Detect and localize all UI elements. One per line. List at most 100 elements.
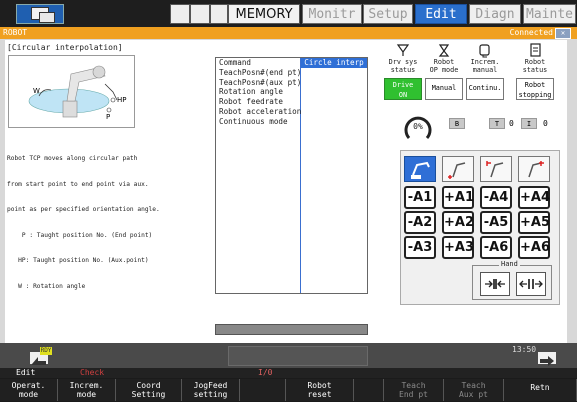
jog-minus-a4-button[interactable]: -A4 [480, 186, 512, 209]
softkey-operation-mode[interactable]: Operat. mode [0, 379, 58, 401]
softkey-coord-setting[interactable]: Coord Setting [116, 379, 182, 401]
command-header: Command [216, 58, 300, 68]
list-item[interactable]: Continuous mode [216, 117, 300, 127]
jog-plus-a3-button[interactable]: +A3 [442, 236, 474, 259]
drive-icon [396, 44, 410, 56]
command-table[interactable]: Command TeachPosn#(end pt) TeachPosn#(au… [215, 57, 368, 294]
message-box [228, 346, 368, 366]
mode-check: Check [80, 368, 105, 377]
robot-mode-icon [438, 44, 450, 57]
jog-mode-tool-icon[interactable] [442, 156, 474, 182]
jog-plus-a6-button[interactable]: +A6 [518, 236, 550, 259]
blank-tab-2 [190, 4, 210, 24]
continuous-badge: Continu. [466, 78, 504, 100]
next-button[interactable] [538, 352, 556, 366]
manual-badge: Manual [425, 78, 463, 100]
mode-line: Edit Check I/0 [0, 368, 577, 378]
list-item[interactable]: Robot feedrate [216, 97, 300, 107]
jog-plus-a1-button[interactable]: +A1 [442, 186, 474, 209]
increment-status: Increm. manual [466, 43, 504, 74]
window-title-bar: ROBOT Connected ✕ [0, 27, 577, 39]
jog-plus-a4-button[interactable]: +A4 [518, 186, 550, 209]
list-item[interactable]: Rotation angle [216, 87, 300, 97]
hand-close-icon [485, 279, 505, 289]
list-item[interactable]: TeachPosn#(end pt) [216, 68, 301, 78]
indicator-b: B [449, 118, 465, 129]
clock: 13:50 [512, 345, 537, 354]
description-line: W : Rotation angle [7, 282, 86, 290]
drive-on-badge: Drive ON [384, 78, 422, 100]
tab-edit[interactable]: Edit [415, 4, 467, 24]
label-w: W [33, 87, 40, 95]
description-line: Robot TCP moves along circular path [7, 155, 138, 162]
robot-stopping-badge: Robot stopping [516, 78, 554, 100]
jog-minus-a5-button[interactable]: -A5 [480, 211, 512, 234]
override-value: 0% [413, 122, 423, 131]
close-icon[interactable]: ✕ [555, 28, 571, 39]
hand-open-button[interactable] [516, 272, 546, 296]
mode-indicator: MEMORY [228, 4, 300, 24]
hand-close-button[interactable] [480, 272, 510, 296]
jog-mode-world-icon[interactable] [480, 156, 512, 182]
indicator-t: T [489, 118, 505, 129]
command-value-selected[interactable]: Circle interp [301, 58, 367, 68]
description-line: HP: Taught position No. (Aux.point) [7, 257, 149, 264]
label-hp: HP [117, 96, 127, 104]
jog-mode-robot-icon[interactable] [404, 156, 436, 182]
robot-illustration: W HP P [8, 55, 135, 128]
blank-tab-3 [210, 4, 228, 24]
command-description: Robot TCP moves along circular path from… [7, 138, 207, 300]
tab-setup[interactable]: Setup [363, 4, 413, 24]
list-item[interactable]: TeachPosn#(aux pt) [216, 78, 301, 88]
screen-switch-icon[interactable] [16, 4, 64, 24]
softkey-jogfeed-setting[interactable]: JogFeed setting [182, 379, 240, 401]
increment-label: Increm. manual [470, 58, 500, 74]
op-mode-label: Robot OP mode [429, 58, 459, 74]
label-p: P [106, 113, 110, 121]
command-column: Command TeachPosn#(end pt) TeachPosn#(au… [216, 58, 301, 293]
increment-icon [479, 44, 490, 58]
description-line: point as per specified orientation angle… [7, 206, 160, 213]
robot-status: Robot status [516, 43, 554, 74]
robot-arm-icon: W HP P [28, 65, 127, 121]
indicator-t-value: 0 [509, 119, 514, 128]
softkey-empty-2[interactable] [354, 379, 384, 401]
list-item[interactable]: Robot acceleration [216, 107, 301, 117]
robot-status-label: Robot status [522, 58, 548, 74]
softkey-teach-end-pt[interactable]: Teach End pt [384, 379, 444, 401]
hand-label: Hand [499, 260, 520, 268]
softkey-teach-aux-pt[interactable]: Teach Aux pt [444, 379, 504, 401]
softkey-increment-mode[interactable]: Increm. mode [58, 379, 116, 401]
jog-minus-a6-button[interactable]: -A6 [480, 236, 512, 259]
tab-monitor[interactable]: Monitr [302, 4, 362, 24]
softkey-robot-reset[interactable]: Robot reset [286, 379, 354, 401]
window-title: ROBOT [3, 28, 28, 37]
softkey-return[interactable]: Retn [504, 379, 577, 401]
pane-title: [Circular interpolation] [7, 43, 123, 52]
next-arrow-icon [540, 356, 554, 366]
connection-status: Connected [509, 28, 553, 37]
ready-indicator: RDY [40, 347, 52, 355]
jog-plus-a5-button[interactable]: +A5 [518, 211, 550, 234]
description-line: from start point to end point via aux. [7, 180, 149, 188]
drive-status: Drv sys status [384, 43, 422, 74]
blank-tab-1 [170, 4, 190, 24]
mode-io: I/0 [258, 368, 273, 377]
input-bar[interactable] [215, 324, 368, 335]
jog-mode-base-icon[interactable] [518, 156, 550, 182]
indicator-i-value: 0 [543, 119, 548, 128]
indicator-i: I [521, 118, 537, 129]
tab-diagnosis[interactable]: Diagn [469, 4, 521, 24]
status-doc-icon [530, 43, 541, 57]
op-mode-status: Robot OP mode [425, 43, 463, 74]
drive-status-label: Drv sys status [388, 58, 418, 74]
jog-minus-a3-button[interactable]: -A3 [404, 236, 436, 259]
back-arrow-icon [32, 357, 46, 365]
jog-plus-a2-button[interactable]: +A2 [442, 211, 474, 234]
tab-maintenance[interactable]: Mainte [523, 4, 576, 24]
jog-minus-a2-button[interactable]: -A2 [404, 211, 436, 234]
hand-open-icon [519, 279, 543, 289]
jog-minus-a1-button[interactable]: -A1 [404, 186, 436, 209]
mode-edit: Edit [16, 368, 36, 377]
softkey-empty-1[interactable] [240, 379, 286, 401]
